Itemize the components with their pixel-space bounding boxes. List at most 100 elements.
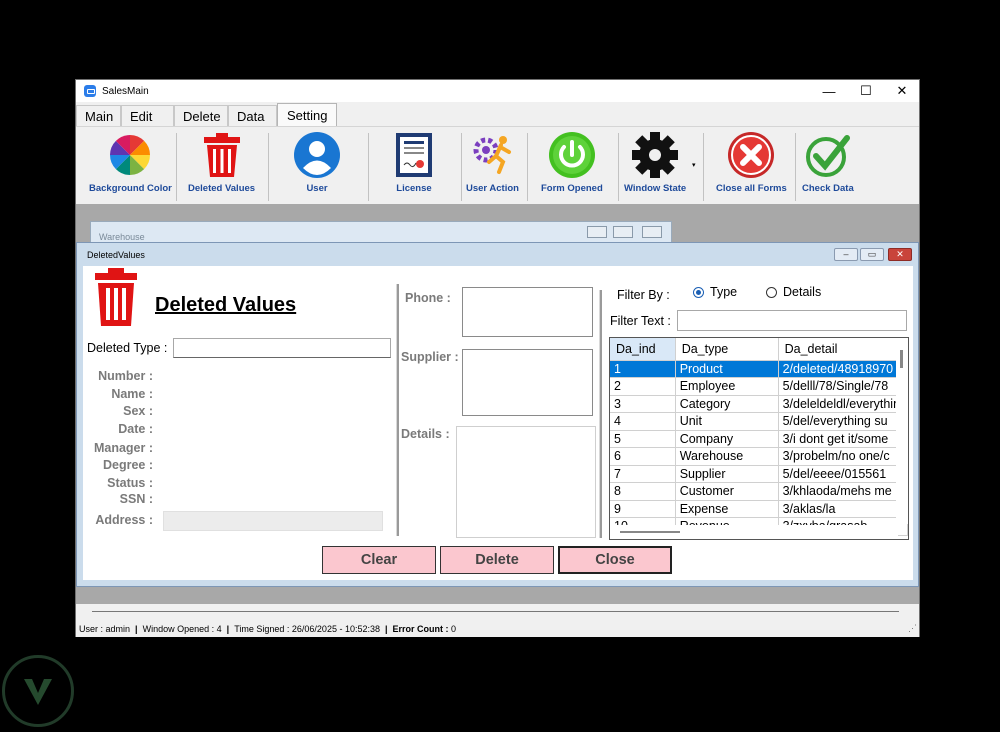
- resize-grip-icon[interactable]: ⋰: [908, 623, 917, 634]
- menu-delete[interactable]: Delete: [174, 105, 228, 126]
- deleted-type-label: Deleted Type :: [87, 341, 168, 355]
- menu-edit[interactable]: Edit: [121, 105, 174, 126]
- check-data-button[interactable]: Check Data: [802, 131, 854, 194]
- radio-details-indicator[interactable]: [766, 286, 777, 298]
- cell-da-detail[interactable]: 3/aklas/la: [778, 500, 908, 518]
- status-time-signed-label: Time Signed :: [234, 624, 290, 634]
- status-user: admin: [105, 624, 131, 634]
- scrollbar-thumb[interactable]: [900, 350, 903, 368]
- cell-da-ind[interactable]: 3: [610, 395, 676, 413]
- table-row[interactable]: 1 Product 2/deleted/48918970: [610, 360, 908, 378]
- minimize-button[interactable]: —: [811, 80, 847, 102]
- ssn-label: SSN :: [119, 492, 153, 506]
- table-row[interactable]: 5 Company 3/i dont get it/some: [610, 430, 908, 448]
- cell-da-detail[interactable]: 5/delll/78/Single/78: [778, 377, 908, 396]
- cell-da-type[interactable]: Customer: [675, 482, 779, 501]
- warehouse-close-button[interactable]: [642, 226, 662, 238]
- column-header-da-ind[interactable]: Da_ind: [610, 338, 676, 361]
- divider: [396, 284, 399, 536]
- cell-da-ind[interactable]: 8: [610, 482, 676, 501]
- cell-da-detail[interactable]: 3/probelm/no one/c: [778, 447, 908, 466]
- address-label: Address :: [95, 513, 153, 527]
- table-row[interactable]: 4 Unit 5/del/everything su: [610, 412, 908, 431]
- cell-da-ind[interactable]: 6: [610, 447, 676, 466]
- user-button[interactable]: User: [293, 131, 341, 194]
- cell-da-detail[interactable]: 5/del/eeee/015561: [778, 465, 908, 483]
- user-label: User: [306, 183, 328, 194]
- radio-type[interactable]: Type: [693, 285, 737, 299]
- close-all-forms-label: Close all Forms: [716, 183, 787, 194]
- grid-vertical-scrollbar[interactable]: [896, 338, 908, 524]
- grid-horizontal-scrollbar[interactable]: [610, 525, 898, 539]
- table-row[interactable]: 3 Category 3/deleldeldl/everything: [610, 395, 908, 413]
- deleted-values-button[interactable]: Deleted Values: [188, 131, 255, 194]
- cell-da-detail[interactable]: 3/i dont get it/some: [778, 430, 908, 448]
- app-icon: [84, 85, 96, 97]
- menu-setting[interactable]: Setting: [277, 103, 337, 126]
- cell-da-ind[interactable]: 7: [610, 465, 676, 483]
- table-row[interactable]: 7 Supplier 5/del/eeee/015561: [610, 465, 908, 483]
- radio-details[interactable]: Details: [766, 285, 821, 299]
- data-grid[interactable]: Da_ind Da_type Da_detail 1 Product 2/delet…: [609, 337, 909, 540]
- color-wheel-icon: [106, 131, 154, 179]
- radio-type-indicator[interactable]: [693, 286, 704, 298]
- toolbar-separator: [268, 133, 269, 201]
- cell-da-ind[interactable]: 5: [610, 430, 676, 448]
- cell-da-detail[interactable]: 5/del/everything su: [778, 412, 908, 431]
- table-row[interactable]: 8 Customer 3/khlaoda/mehs me: [610, 482, 908, 501]
- cell-da-type[interactable]: Unit: [675, 412, 779, 431]
- power-icon: [548, 131, 596, 179]
- cell-da-type[interactable]: Company: [675, 430, 779, 448]
- dv-maximize-button[interactable]: ▭: [860, 248, 884, 261]
- cell-da-type[interactable]: Warehouse: [675, 447, 779, 466]
- warehouse-minimize-button[interactable]: [587, 226, 607, 238]
- deleted-type-input[interactable]: [173, 338, 391, 358]
- cell-da-ind[interactable]: 9: [610, 500, 676, 518]
- filter-text-label: Filter Text :: [610, 314, 671, 328]
- scrollbar-thumb[interactable]: [620, 531, 680, 533]
- running-gear-icon: [468, 131, 516, 179]
- cell-da-type[interactable]: Product: [675, 360, 779, 378]
- address-field: [163, 511, 383, 531]
- dv-minimize-button[interactable]: –: [834, 248, 858, 261]
- cell-da-ind[interactable]: 1: [610, 360, 676, 378]
- cell-da-ind[interactable]: 2: [610, 377, 676, 396]
- table-row[interactable]: 9 Expense 3/aklas/la: [610, 500, 908, 518]
- clear-button[interactable]: Clear: [322, 546, 436, 574]
- cell-da-ind[interactable]: 4: [610, 412, 676, 431]
- menu-main[interactable]: Main: [76, 105, 121, 126]
- title-bar: SalesMain — ☐ ✕: [76, 80, 919, 102]
- form-opened-button[interactable]: Form Opened: [541, 131, 603, 194]
- chevron-down-icon[interactable]: ▾: [692, 161, 696, 169]
- table-row[interactable]: 6 Warehouse 3/probelm/no one/c: [610, 447, 908, 466]
- window-title: SalesMain: [102, 85, 149, 97]
- close-form-button[interactable]: Close: [558, 546, 672, 574]
- column-header-da-detail[interactable]: Da_detail: [778, 338, 908, 361]
- column-header-da-type[interactable]: Da_type: [675, 338, 779, 361]
- close-button[interactable]: ✕: [884, 80, 920, 102]
- cell-da-detail[interactable]: 3/deleldeldl/everything: [778, 395, 908, 413]
- user-action-button[interactable]: User Action: [466, 131, 519, 194]
- toolbar-separator: [795, 133, 796, 201]
- background-color-button[interactable]: Background Color: [89, 131, 172, 194]
- license-button[interactable]: License: [390, 131, 438, 194]
- menu-data[interactable]: Data: [228, 105, 277, 126]
- close-all-forms-button[interactable]: Close all Forms: [716, 131, 787, 194]
- status-separator: |: [384, 624, 388, 634]
- maximize-button[interactable]: ☐: [848, 80, 884, 102]
- table-row[interactable]: 2 Employee 5/delll/78/Single/78: [610, 377, 908, 396]
- radio-type-label: Type: [710, 285, 738, 299]
- dv-close-button[interactable]: ✕: [888, 248, 912, 261]
- cell-da-detail[interactable]: 3/khlaoda/mehs me: [778, 482, 908, 501]
- check-data-label: Check Data: [802, 183, 854, 194]
- cell-da-type[interactable]: Employee: [675, 377, 779, 396]
- cell-da-detail[interactable]: 2/deleted/48918970: [778, 360, 908, 378]
- warehouse-maximize-button[interactable]: [613, 226, 633, 238]
- deleted-values-window-title: DeletedValues: [87, 250, 145, 260]
- window-state-button[interactable]: Window State: [624, 131, 686, 194]
- cell-da-type[interactable]: Supplier: [675, 465, 779, 483]
- cell-da-type[interactable]: Category: [675, 395, 779, 413]
- filter-text-input[interactable]: [677, 310, 907, 331]
- delete-button[interactable]: Delete: [440, 546, 554, 574]
- cell-da-type[interactable]: Expense: [675, 500, 779, 518]
